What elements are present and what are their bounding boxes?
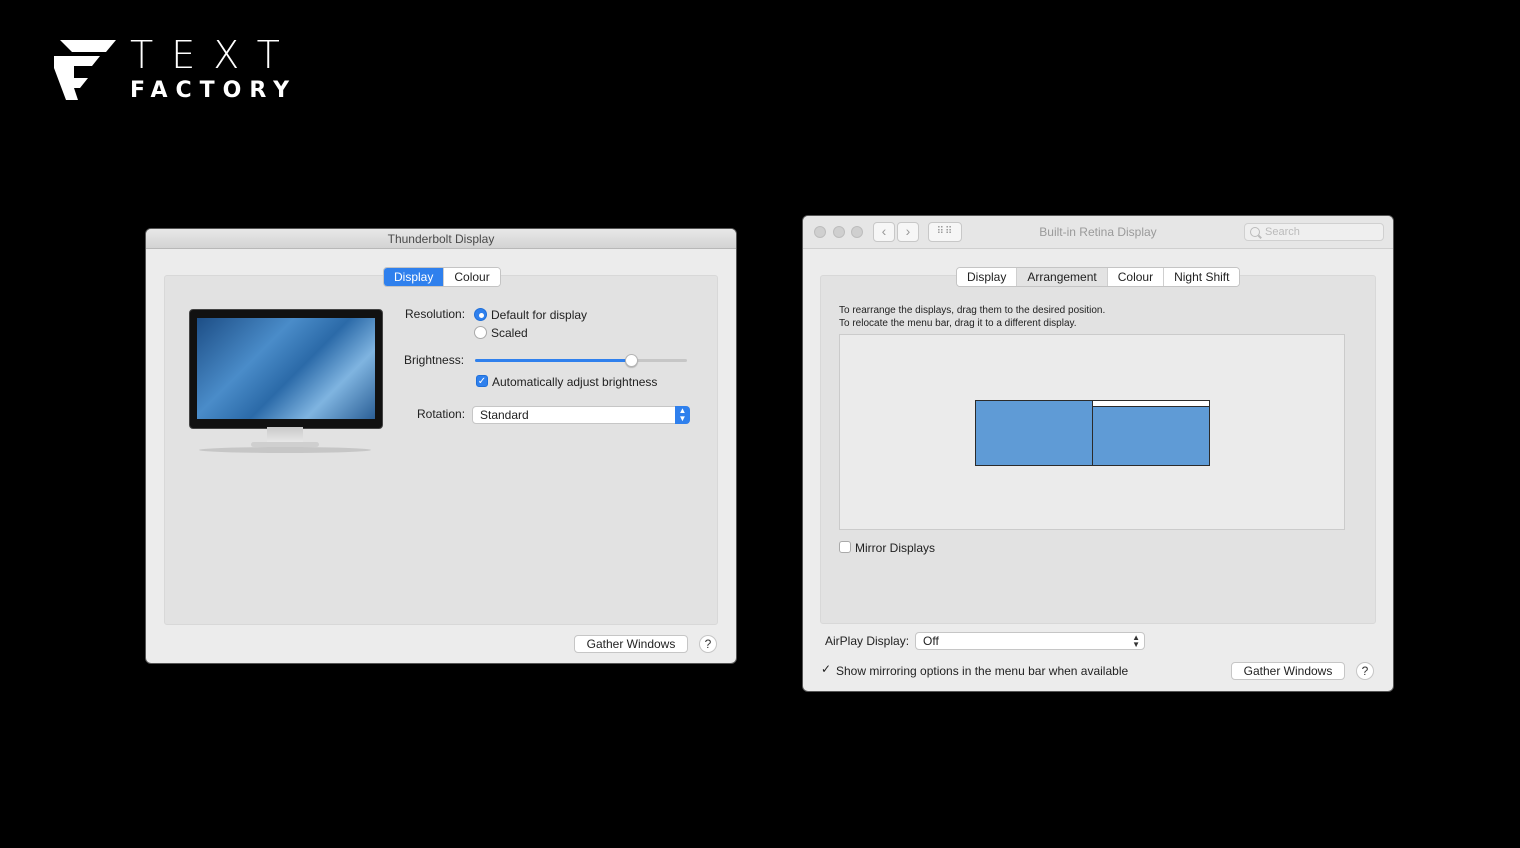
tab-colour[interactable]: Colour bbox=[1106, 268, 1164, 286]
instructions-line-2: To relocate the menu bar, drag it to a d… bbox=[839, 318, 1077, 329]
chevron-updown-icon: ▲ ▼ bbox=[675, 406, 690, 424]
tab-arrangement[interactable]: Arrangement bbox=[1016, 268, 1107, 286]
airplay-display-popup[interactable]: Off ▲ ▼ bbox=[915, 632, 1145, 650]
rotation-label: Rotation: bbox=[417, 407, 466, 421]
instructions-line-1: To rearrange the displays, drag them to … bbox=[839, 305, 1106, 316]
settings-panel: Display Arrangement Colour Night Shift T… bbox=[820, 267, 1376, 624]
text-factory-logo: TEXT FACTORY bbox=[52, 34, 302, 104]
tab-night-shift[interactable]: Night Shift bbox=[1163, 268, 1240, 286]
brightness-slider[interactable] bbox=[475, 354, 687, 367]
radio-scaled[interactable] bbox=[474, 326, 487, 339]
show-mirroring-checkbox[interactable]: ✓ bbox=[820, 663, 832, 676]
help-button[interactable]: ? bbox=[699, 635, 717, 653]
window-toolbar: ‹ › ⠿⠿ Built-in Retina Display Search bbox=[803, 216, 1393, 249]
thunderbolt-display-window: Thunderbolt Display Display Colour Resol… bbox=[146, 229, 736, 663]
airplay-display-label: AirPlay Display: bbox=[825, 634, 910, 648]
default-for-display-label[interactable]: Default for display bbox=[491, 308, 587, 322]
brightness-label: Brightness: bbox=[404, 353, 465, 367]
tab-colour[interactable]: Colour bbox=[443, 268, 500, 286]
mirror-displays-checkbox[interactable] bbox=[839, 541, 851, 553]
resolution-label: Resolution: bbox=[405, 307, 466, 321]
logo-text-line2: FACTORY bbox=[130, 78, 298, 103]
auto-brightness-label[interactable]: Automatically adjust brightness bbox=[492, 375, 657, 389]
display-arrangement-area bbox=[839, 334, 1345, 530]
search-icon bbox=[1250, 227, 1260, 237]
tab-display[interactable]: Display bbox=[384, 268, 444, 286]
mirror-displays-label[interactable]: Mirror Displays bbox=[855, 541, 935, 555]
menu-bar-indicator[interactable] bbox=[1093, 401, 1209, 407]
radio-default-for-display[interactable] bbox=[474, 308, 487, 321]
display-thumbnail-left[interactable] bbox=[975, 400, 1093, 466]
brightness-slider-knob[interactable] bbox=[625, 354, 638, 367]
window-title[interactable]: Thunderbolt Display bbox=[146, 229, 736, 249]
airplay-display-value: Off bbox=[923, 634, 939, 648]
gather-windows-button[interactable]: Gather Windows bbox=[574, 635, 688, 653]
settings-panel: Display Colour Resolution: Default for d… bbox=[164, 267, 718, 625]
tab-bar: Display Arrangement Colour Night Shift bbox=[956, 267, 1241, 287]
built-in-retina-display-window: ‹ › ⠿⠿ Built-in Retina Display Search Di… bbox=[803, 216, 1393, 691]
factory-f-logo-icon bbox=[54, 40, 116, 100]
auto-brightness-checkbox[interactable]: ✓ bbox=[476, 375, 488, 387]
tab-display[interactable]: Display bbox=[957, 268, 1017, 286]
display-thumbnail-right[interactable] bbox=[1092, 400, 1210, 466]
show-mirroring-label[interactable]: Show mirroring options in the menu bar w… bbox=[836, 664, 1128, 678]
search-placeholder: Search bbox=[1265, 226, 1300, 238]
rotation-value: Standard bbox=[480, 408, 529, 422]
rotation-popup[interactable]: Standard ▲ ▼ bbox=[472, 406, 690, 424]
logo-text-line1: TEXT bbox=[130, 33, 298, 77]
gather-windows-button[interactable]: Gather Windows bbox=[1231, 662, 1345, 680]
thunderbolt-monitor-image bbox=[189, 309, 383, 454]
tab-bar: Display Colour bbox=[383, 267, 501, 287]
help-button[interactable]: ? bbox=[1356, 662, 1374, 680]
chevron-updown-icon: ▲ ▼ bbox=[1132, 633, 1140, 649]
scaled-label[interactable]: Scaled bbox=[491, 326, 528, 340]
search-input[interactable]: Search bbox=[1244, 223, 1384, 241]
